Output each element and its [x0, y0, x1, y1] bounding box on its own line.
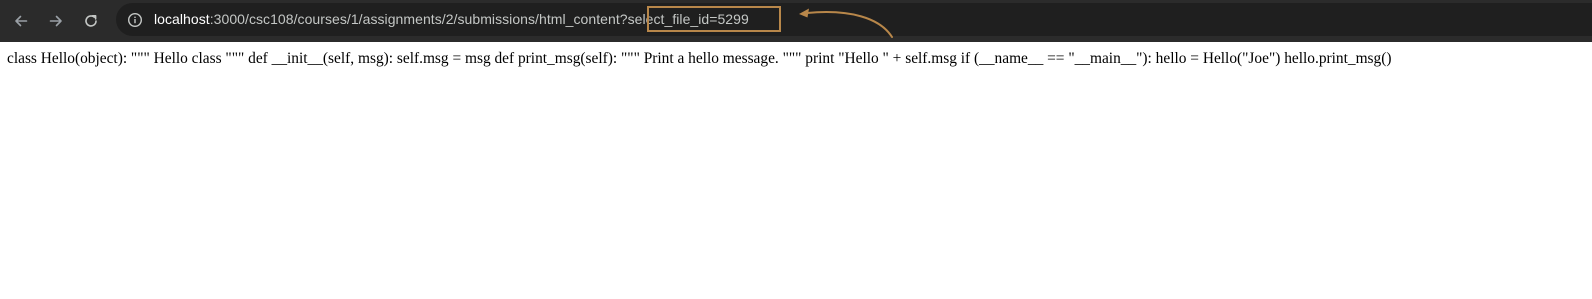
url-text[interactable]: localhost:3000/csc108/courses/1/assignme… [154, 10, 749, 29]
browser-toolbar: localhost:3000/csc108/courses/1/assignme… [0, 0, 1592, 42]
site-info-icon[interactable] [126, 11, 143, 28]
url-path: :3000/csc108/courses/1/assignments/2/sub… [209, 11, 628, 27]
url-host: localhost [154, 11, 210, 27]
address-bar[interactable]: localhost:3000/csc108/courses/1/assignme… [116, 3, 1592, 36]
arrow-right-icon [49, 15, 62, 27]
info-circle-icon [127, 12, 142, 27]
arrow-left-icon [15, 15, 28, 27]
url-query: select_file_id=5299 [627, 11, 749, 27]
reload-icon [85, 15, 97, 27]
reload-button[interactable] [78, 8, 104, 34]
submission-content-text: class Hello(object): """ Hello class """… [7, 50, 1392, 67]
forward-button[interactable] [43, 8, 69, 34]
back-button[interactable] [8, 8, 34, 34]
